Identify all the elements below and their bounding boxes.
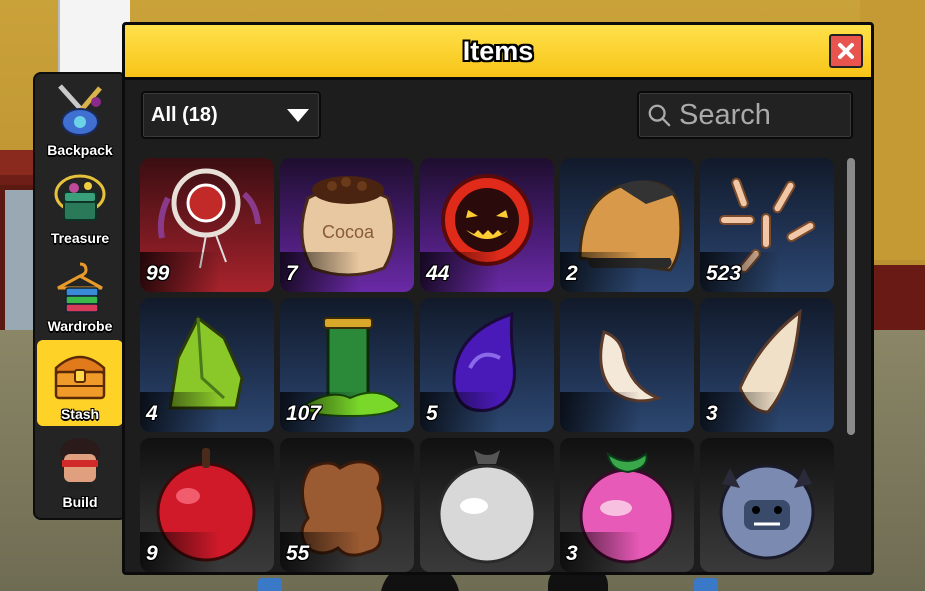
item-slot[interactable]: 2 [560, 158, 694, 292]
item-count: 5 [426, 402, 438, 425]
item-slot[interactable]: 9 [140, 438, 274, 572]
item-slot[interactable]: 3 [700, 298, 834, 432]
category-filter-dropdown[interactable]: All (18) [141, 91, 321, 139]
silver-fruit-icon [437, 450, 537, 564]
close-button[interactable] [829, 34, 863, 68]
item-count: 2 [566, 262, 578, 285]
item-slot[interactable]: 107 [280, 298, 414, 432]
item-slot[interactable] [700, 438, 834, 572]
sidebar-item-label: Treasure [50, 230, 110, 246]
treasure-gem-icon [54, 174, 106, 221]
window-title: Items [462, 35, 534, 66]
items-window: Items All (18) Search 99 Cocoa 7 44 2 52… [122, 22, 874, 575]
sidebar-item-label: Stash [60, 406, 100, 422]
item-slot[interactable]: Cocoa 7 [280, 158, 414, 292]
character-head-icon [60, 438, 100, 490]
blue-marker-left [258, 578, 282, 591]
sidebar-item-label: Backpack [47, 142, 113, 158]
scrollbar-thumb[interactable] [847, 158, 855, 435]
sidebar-item-wardrobe[interactable]: Wardrobe [37, 252, 123, 338]
item-slot[interactable]: 5 [420, 298, 554, 432]
item-count: 3 [706, 402, 718, 425]
treasure-chest-icon [54, 355, 106, 400]
item-slot[interactable]: 44 [420, 158, 554, 292]
sidebar-item-build[interactable]: Build [37, 428, 123, 514]
item-slot[interactable]: 99 [140, 158, 274, 292]
sidebar-item-treasure[interactable]: Treasure [37, 164, 123, 250]
item-count: 44 [426, 262, 450, 285]
sidebar-item-backpack[interactable]: Backpack [37, 76, 123, 162]
close-x-icon [838, 43, 854, 59]
item-count: 107 [286, 402, 322, 425]
item-count: 55 [286, 542, 310, 565]
item-slot[interactable] [420, 438, 554, 572]
item-slot[interactable]: 4 [140, 298, 274, 432]
caret-down-icon [287, 108, 309, 122]
cocoa-bag-lettering: Cocoa [322, 222, 375, 242]
item-count: 99 [146, 262, 170, 285]
sidebar-item-label: Wardrobe [47, 318, 113, 334]
sidebar-item-stash[interactable]: Stash [37, 340, 123, 426]
sidebar-item-label: Build [62, 494, 98, 510]
hanger-clothes-icon [57, 262, 103, 313]
item-count: 7 [286, 262, 298, 285]
search-icon [648, 104, 671, 127]
item-count: 523 [706, 262, 742, 285]
item-slot[interactable] [560, 298, 694, 432]
item-slot[interactable]: 3 [560, 438, 694, 572]
yeti-head-icon [719, 464, 815, 560]
item-count: 9 [146, 542, 158, 565]
window-titlebar: Items [125, 25, 871, 80]
item-slot[interactable]: 523 [700, 158, 834, 292]
search-box[interactable] [637, 91, 853, 139]
search-input[interactable] [677, 97, 851, 133]
item-count: 4 [146, 402, 158, 425]
filter-selected-value: All (18) [151, 103, 218, 126]
inventory-sidebar: Backpack Treasure Wardrobe Stash Build [33, 72, 127, 520]
blue-marker-right [694, 578, 718, 591]
item-count: 3 [566, 542, 578, 565]
backpack-swords-icon [58, 84, 102, 136]
items-scrollbar[interactable] [847, 158, 857, 568]
item-slot[interactable]: 55 [280, 438, 414, 572]
